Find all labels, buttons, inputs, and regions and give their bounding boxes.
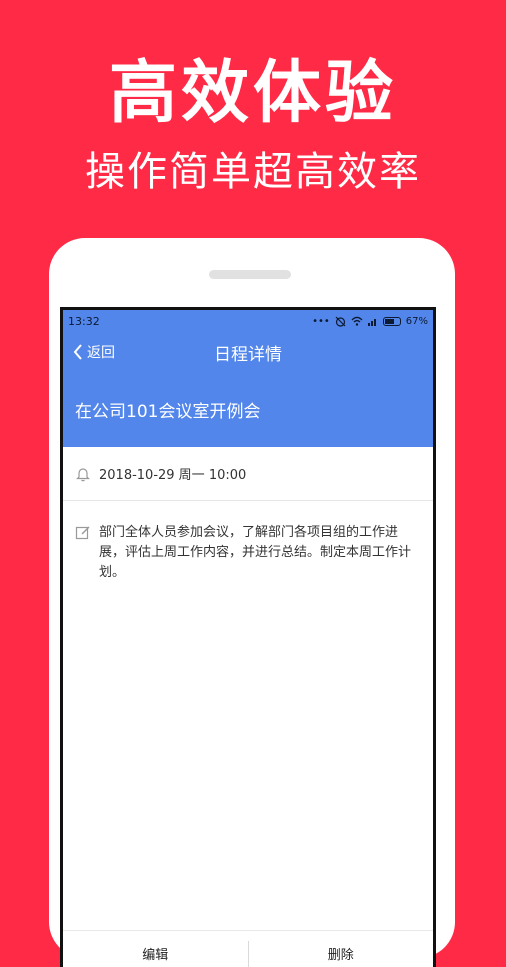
back-label: 返回: [87, 345, 115, 361]
status-bar: 13:32 ••• 67%: [63, 310, 433, 332]
back-button[interactable]: 返回: [73, 332, 115, 372]
battery-icon: [382, 316, 401, 326]
nav-bar: 返回 日程详情: [63, 332, 433, 372]
promo-subtitle: 操作简单超高效率: [85, 149, 421, 195]
event-title-banner: 在公司101会议室开例会: [63, 372, 433, 447]
alarm-icon: [335, 316, 346, 327]
app-screen: 13:32 ••• 67% 返回 日程详情 在公司101会议室开例会 2018-…: [63, 310, 433, 967]
event-title: 在公司101会议室开例会: [75, 402, 261, 422]
more-icon: •••: [312, 315, 330, 327]
phone-screen: 13:32 ••• 67% 返回 日程详情 在公司101会议室开例会 2018-…: [60, 307, 436, 967]
event-description-row: 部门全体人员参加会议，了解部门各项目组的工作进展，评估上周工作内容，并进行总结。…: [63, 501, 433, 583]
event-description: 部门全体人员参加会议，了解部门各项目组的工作进展，评估上周工作内容，并进行总结。…: [99, 525, 412, 580]
status-icons: ••• 67%: [312, 316, 428, 327]
chevron-left-icon: [73, 344, 82, 360]
page-title: 日程详情: [214, 344, 282, 365]
battery-level: 67%: [405, 315, 428, 327]
event-datetime: 2018-10-29 周一 10:00: [99, 468, 247, 483]
edit-button[interactable]: 编辑: [63, 931, 248, 967]
signal-icon: [367, 318, 376, 326]
phone-frame: 13:32 ••• 67% 返回 日程详情 在公司101会议室开例会 2018-…: [49, 238, 455, 967]
bottom-action-bar: 编辑 删除: [63, 930, 433, 967]
wifi-icon: [351, 316, 363, 326]
delete-button[interactable]: 删除: [249, 931, 434, 967]
status-time: 13:32: [68, 314, 100, 328]
edit-note-icon: [75, 526, 90, 540]
bell-icon: [76, 467, 90, 481]
event-time-row: 2018-10-29 周一 10:00: [63, 447, 433, 501]
promo-title: 高效体验: [108, 54, 397, 133]
phone-speaker: [209, 270, 291, 279]
